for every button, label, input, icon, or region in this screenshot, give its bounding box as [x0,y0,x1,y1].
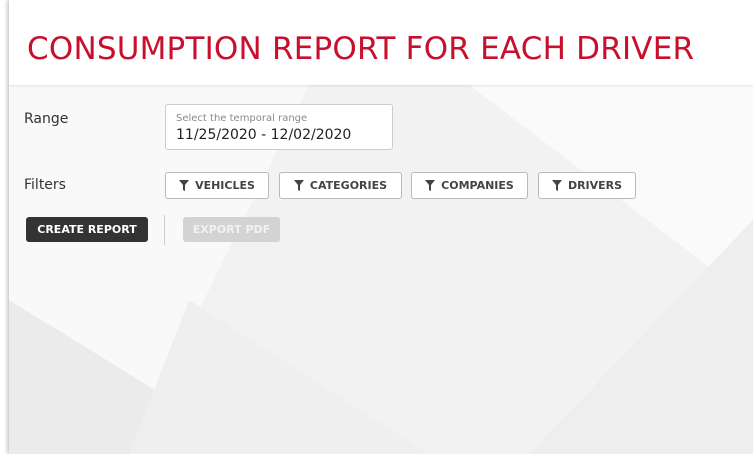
funnel-icon [179,180,190,191]
page-title: CONSUMPTION REPORT FOR EACH DRIVER [27,31,695,67]
filter-companies-button[interactable]: COMPANIES [411,172,528,199]
filter-vehicles-label: VEHICLES [195,179,255,192]
range-label: Range [24,111,69,127]
page-header: CONSUMPTION REPORT FOR EACH DRIVER [9,0,753,85]
create-report-button[interactable]: CREATE REPORT [26,217,148,242]
funnel-icon [551,180,562,191]
filter-drivers-label: DRIVERS [567,179,623,192]
action-separator [164,215,165,245]
funnel-icon [293,180,304,191]
export-pdf-button: EXPORT PDF [183,217,280,242]
filter-vehicles-button[interactable]: VEHICLES [165,172,269,199]
filter-drivers-button[interactable]: DRIVERS [538,172,636,199]
date-range-input[interactable]: Select the temporal range 11/25/2020 - 1… [165,104,393,150]
filters-label: Filters [24,177,66,193]
date-range-value: 11/25/2020 - 12/02/2020 [176,127,352,143]
filter-categories-button[interactable]: CATEGORIES [279,172,402,199]
filter-companies-label: COMPANIES [441,179,514,192]
filter-categories-label: CATEGORIES [309,179,388,192]
funnel-icon [425,180,436,191]
report-panel: CONSUMPTION REPORT FOR EACH DRIVER Range… [9,0,753,454]
date-range-placeholder: Select the temporal range [176,113,308,124]
